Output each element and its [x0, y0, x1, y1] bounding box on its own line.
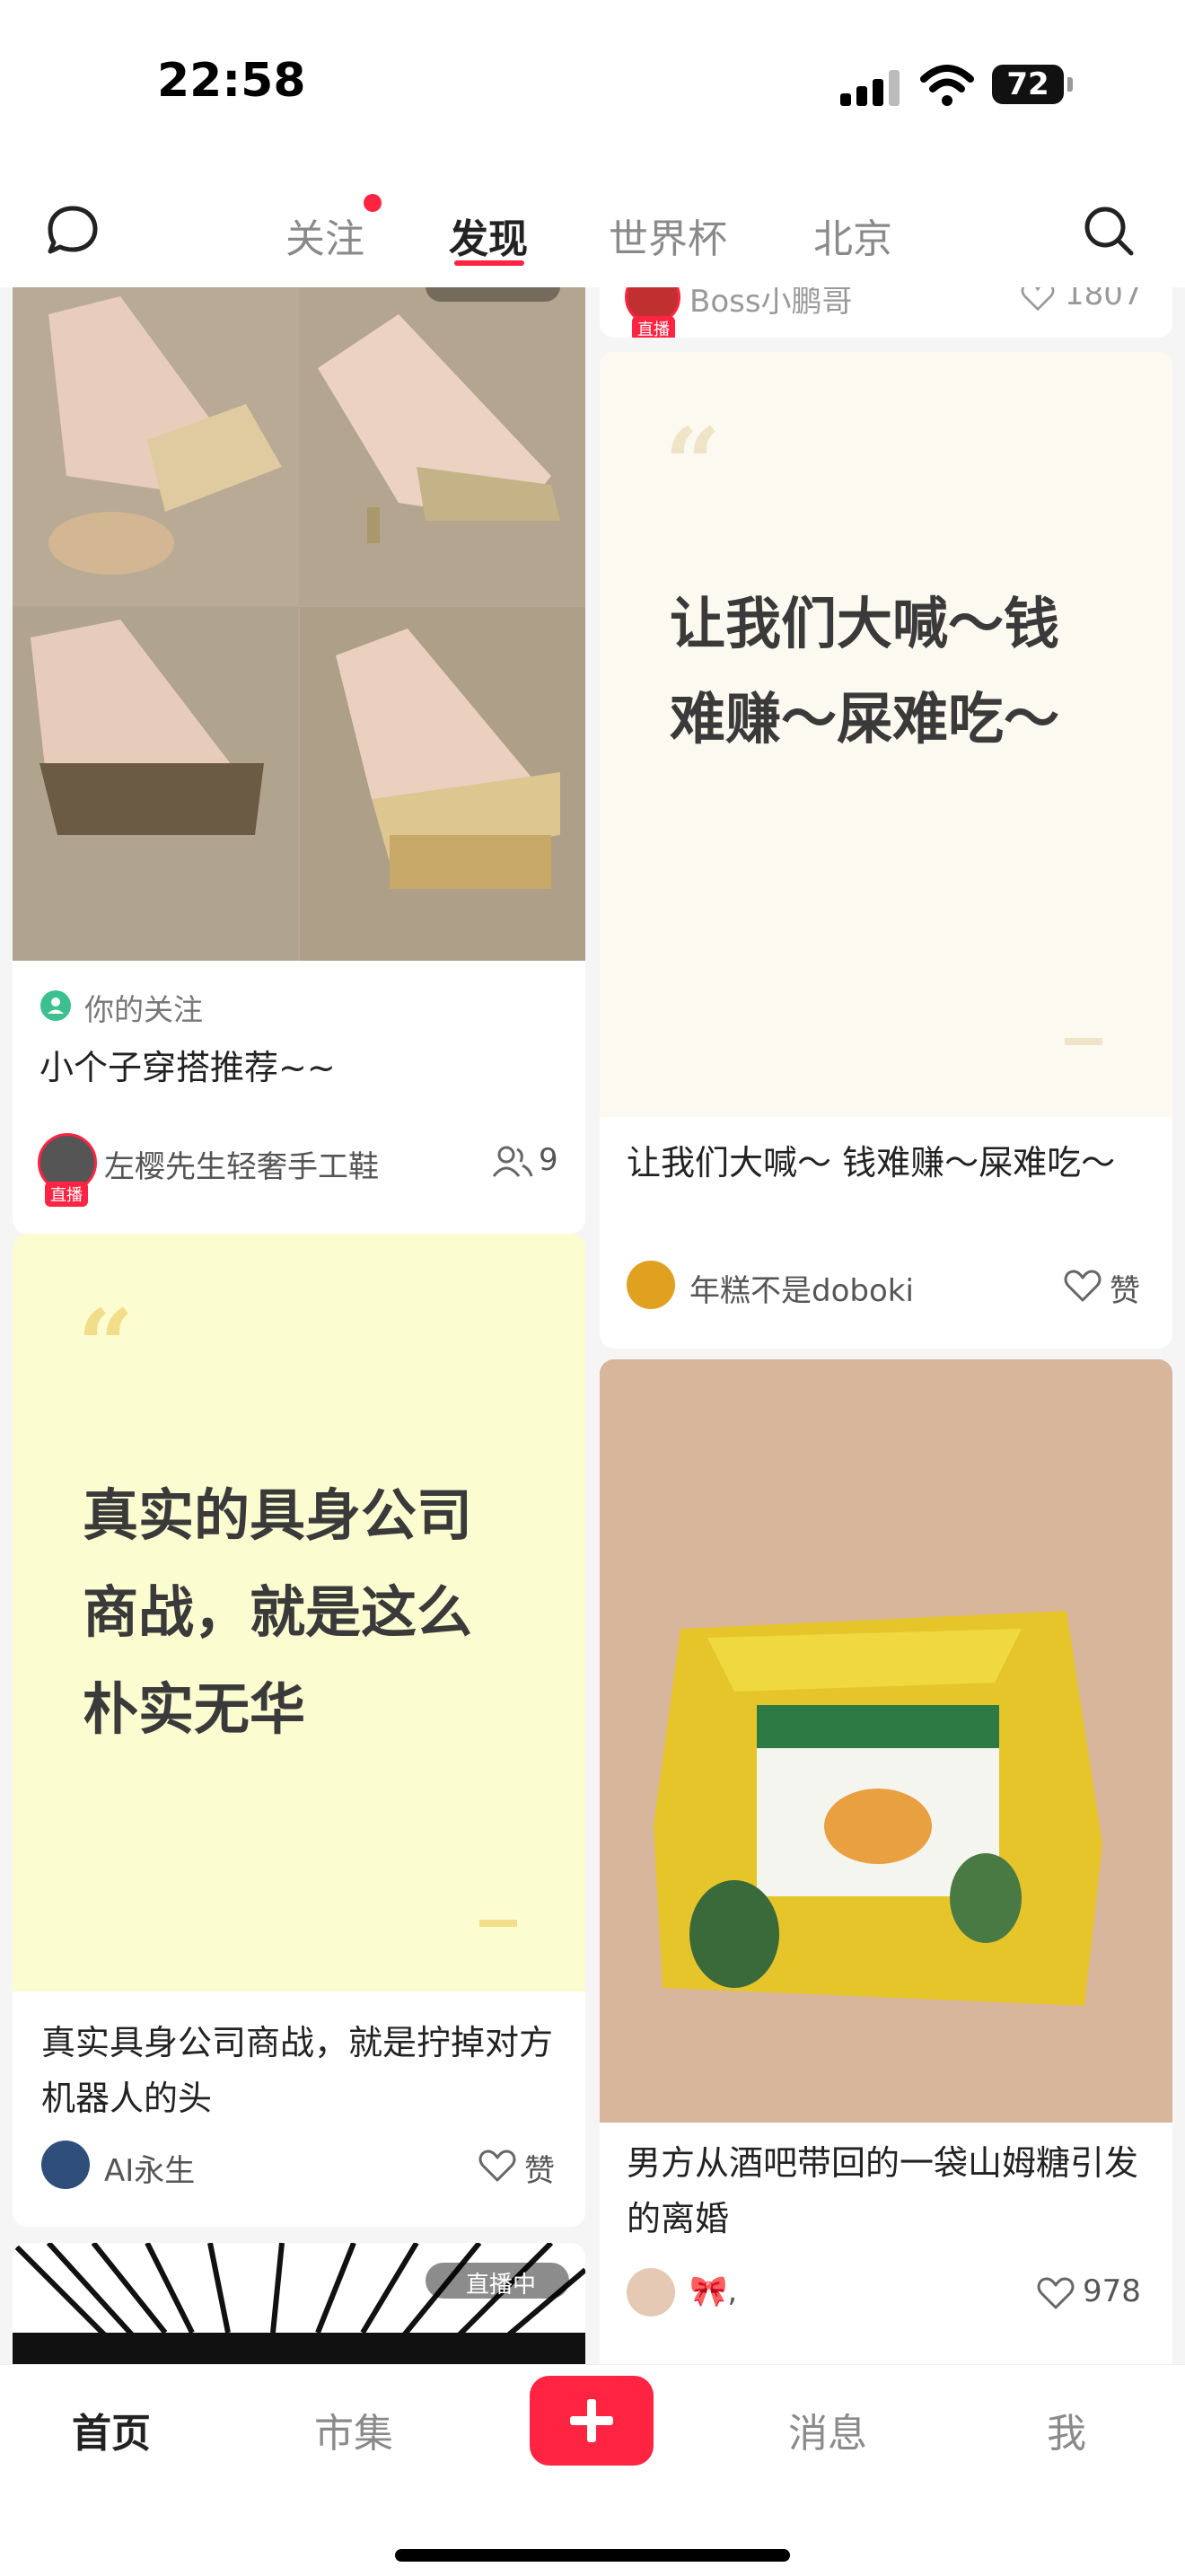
- live-badge: 直播: [632, 316, 675, 338]
- tab-messages[interactable]: 消息: [788, 2401, 867, 2458]
- manga-banner-image: 直播中: [13, 2243, 585, 2364]
- like-count: 赞: [1110, 1273, 1140, 1309]
- top-nav: 关注 发现 世界杯 北京: [0, 171, 1185, 287]
- chat-bubble-icon[interactable]: [41, 199, 104, 262]
- follow-user-icon: [40, 990, 71, 1021]
- candy-photo: [600, 1359, 1172, 2123]
- battery-indicator: 72: [992, 65, 1064, 104]
- avatar[interactable]: [41, 2141, 90, 2189]
- author-name[interactable]: AI永生: [104, 2146, 195, 2190]
- note-card-manga[interactable]: 直播中: [13, 2243, 585, 2364]
- heart-icon[interactable]: [1063, 1268, 1102, 1304]
- bottom-tab-bar: 首页 市集 消息 我: [0, 2364, 1185, 2576]
- quote-text: 真实的具身公司商战，就是这么朴实无华: [83, 1482, 473, 1742]
- create-post-button[interactable]: [530, 2376, 654, 2466]
- tab-discover[interactable]: 发现: [449, 207, 528, 264]
- heart-icon[interactable]: [478, 2148, 517, 2184]
- quote-end-mark: [1065, 1038, 1102, 1045]
- candy-bag-art: [600, 1359, 1172, 2123]
- status-bar: 22:58 72: [0, 0, 1185, 171]
- people-icon: [492, 1146, 533, 1177]
- heart-icon[interactable]: [1036, 2275, 1075, 2311]
- like-count: 赞: [524, 2153, 555, 2189]
- status-time: 22:58: [157, 54, 306, 108]
- note-title[interactable]: 让我们大喊～ 钱难赚～屎难吃～: [627, 1135, 1147, 1191]
- tab-market[interactable]: 市集: [314, 2401, 393, 2458]
- discover-feed[interactable]: 你的关注 小个子穿搭推荐~~ 直播 左樱先生轻奢手工鞋 9 “ 真实的具身公司商…: [0, 287, 1185, 2364]
- tab-me[interactable]: 我: [1047, 2401, 1086, 2458]
- tab-following[interactable]: 关注: [285, 207, 364, 264]
- participant-count: 9: [539, 1142, 558, 1178]
- live-badge: 直播: [45, 1182, 88, 1207]
- note-title[interactable]: 小个子穿搭推荐~~: [40, 1040, 560, 1095]
- live-now-label: 直播中: [466, 2272, 537, 2299]
- home-indicator: [395, 2549, 790, 2562]
- note-card-shoes[interactable]: 你的关注 小个子穿搭推荐~~ 直播 左樱先生轻奢手工鞋 9: [13, 287, 585, 1234]
- quote-end-mark: [479, 1920, 517, 1927]
- quote-mark-icon: “: [77, 1288, 135, 1403]
- avatar[interactable]: [627, 1261, 675, 1309]
- note-card-partial[interactable]: 直播 Boss小鹏哥 1807: [600, 287, 1172, 338]
- note-title[interactable]: 男方从酒吧带回的一袋山姆糖引发的离婚: [627, 2135, 1147, 2246]
- wifi-icon: [920, 65, 974, 106]
- avatar[interactable]: [627, 2268, 675, 2317]
- note-card-quote-slogan[interactable]: “ 让我们大喊～钱难赚～屎难吃～ 让我们大喊～ 钱难赚～屎难吃～ 年糕不是dob…: [600, 352, 1172, 1349]
- like-count: 978: [1083, 2273, 1141, 2309]
- note-card-quote-robots[interactable]: “ 真实的具身公司商战，就是这么朴实无华 真实具身公司商战，就是拧掉对方机器人的…: [13, 1234, 585, 2227]
- author-name[interactable]: 🎀,: [689, 2273, 737, 2309]
- tab-beijing[interactable]: 北京: [813, 207, 892, 264]
- shoes-collage-art: [13, 287, 585, 961]
- author-name[interactable]: 年糕不是doboki: [689, 1266, 914, 1310]
- active-tab-indicator: [454, 260, 524, 266]
- author-name[interactable]: Boss小鹏哥: [689, 287, 853, 321]
- quote-cover: “ 真实的具身公司商战，就是这么朴实无华: [13, 1234, 585, 1991]
- battery-cap: [1067, 77, 1073, 92]
- follow-tag: 你的关注: [84, 992, 203, 1027]
- tab-home[interactable]: 首页: [72, 2401, 151, 2458]
- plus-icon: [570, 2399, 613, 2442]
- quote-cover: “ 让我们大喊～钱难赚～屎难吃～: [600, 352, 1172, 1117]
- quote-text: 让我们大喊～钱难赚～屎难吃～: [670, 591, 1060, 752]
- quote-mark-icon: “: [664, 406, 722, 522]
- note-card-candy[interactable]: 男方从酒吧带回的一袋山姆糖引发的离婚 🎀, 978: [600, 1359, 1172, 2364]
- like-count: 1807: [1065, 287, 1143, 312]
- notification-dot: [364, 194, 382, 212]
- search-icon[interactable]: [1077, 199, 1140, 262]
- cellular-signal-icon: [840, 70, 900, 106]
- shoes-collage-image: [13, 287, 585, 961]
- author-name[interactable]: 左樱先生轻奢手工鞋: [104, 1142, 379, 1186]
- manga-art: [13, 2243, 585, 2364]
- heart-icon[interactable]: [1020, 287, 1056, 312]
- note-title[interactable]: 真实具身公司商战，就是拧掉对方机器人的头: [41, 2015, 562, 2126]
- tab-world-cup[interactable]: 世界杯: [609, 207, 727, 264]
